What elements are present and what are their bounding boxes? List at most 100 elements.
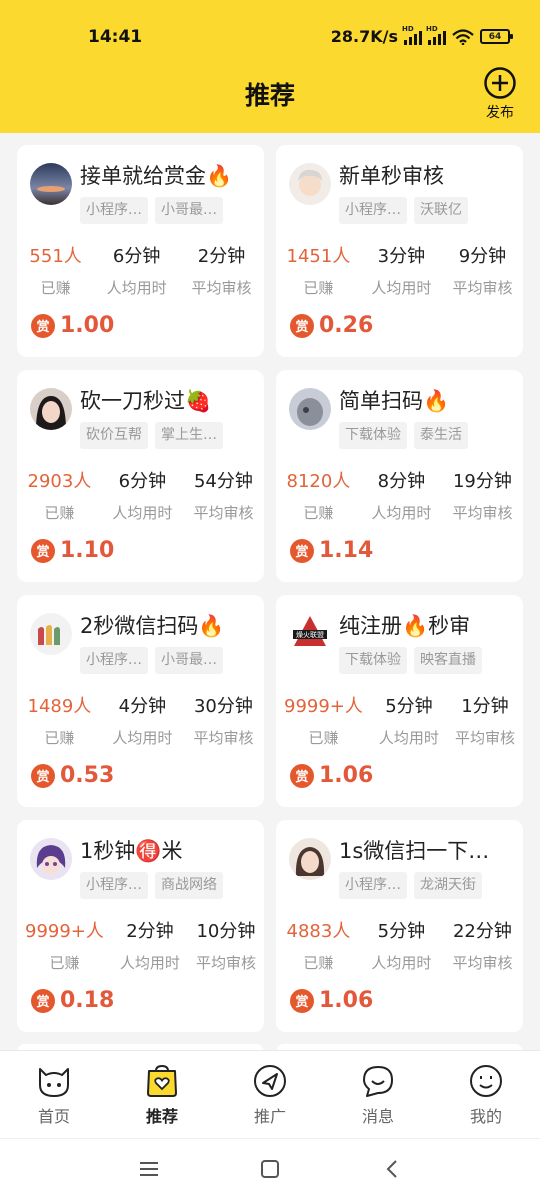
avg-review-label: 平均审核 [191,279,252,297]
tag-list: 小程序… 商战网络 [80,872,223,899]
publisher-tag: 映客直播 [414,647,482,674]
avg-time-label: 人均用时 [119,954,180,972]
stat-earned: 9999+人 已赚 [284,692,363,748]
task-card[interactable]: 新单秒审核 小程序… 沃联亿 1451人 已赚 3分钟 人均用时 9分钟 平均审核赏 0.26 [276,145,523,357]
avatar [30,388,72,430]
reward: 赏 0.18 [31,988,114,1013]
earned-value: 4883人 [286,921,351,942]
avg-review-value: 19分钟 [452,471,512,492]
avg-time-label: 人均用时 [378,729,439,747]
card-title: 纯注册🔥秒审 [339,614,471,638]
category-tag: 下载体验 [339,647,407,674]
reward-amount: 1.00 [60,313,115,338]
stat-avg-review: 19分钟平均审核 [452,467,512,523]
publisher-tag: 小哥最… [155,197,223,224]
task-card[interactable]: 燥火联盟 纯注册🔥秒审 下载体验 映客直播 9999+人 已赚 5分钟 人均用时 1分钟 平均审核… [276,595,523,807]
system-nav-bar [0,1138,540,1200]
home-square-icon[interactable] [259,1159,281,1179]
reward-badge-icon: 赏 [290,988,314,1013]
category-tag: 砍价互帮 [80,422,148,449]
tag-list: 砍价互帮 掌上生… [80,422,223,449]
stats-row: 1489人 已赚 4分钟 人均用时 30分钟 平均审核 [17,692,264,748]
category-tag: 下载体验 [339,422,407,449]
back-chevron-icon[interactable] [382,1159,404,1179]
stats-row: 551人 已赚 6分钟 人均用时 2分钟 平均审核 [17,242,264,298]
avatar [30,163,72,205]
avatar: 燥火联盟 [289,613,331,655]
reward: 赏 1.00 [31,313,114,338]
avg-review-value: 22分钟 [452,921,512,942]
avg-time-value: 6分钟 [112,246,161,267]
avg-review-label: 平均审核 [193,504,254,522]
bottom-tab-bar: 首页 推荐 推广 消息 我的 [0,1050,540,1138]
task-card[interactable]: 简单扫码🔥 下载体验 泰生活 8120人 已赚 8分钟 人均用时 19分钟 平均审核赏 1.14 [276,370,523,582]
top-header: 14:41 28.7K/s HD HD 64 推荐 发布 [0,0,540,133]
tag-list: 小程序… 小哥最… [80,647,223,674]
tab-mine[interactable]: 我的 [432,1051,540,1138]
battery-icon: 64 [480,29,513,44]
task-card[interactable]: 砍一刀秒过🍓 砍价互帮 掌上生… 2903人 已赚 6分钟 人均用时 54分钟 平均审核赏 1.1… [17,370,264,582]
reward-badge-icon: 赏 [31,313,55,338]
stat-avg-review: 1分钟 平均审核 [455,692,515,748]
earned-label: 已赚 [44,729,75,747]
stat-earned: 551人已赚 [29,242,81,298]
menu-icon[interactable] [138,1159,160,1179]
reward: 赏 1.14 [290,538,373,563]
reward-amount: 1.06 [319,988,374,1013]
task-card[interactable]: 接单就给赏金🔥 小程序… 小哥最… 551人 已赚 6分钟 人均用时 2分钟 平均审核赏 1.00 [17,145,264,357]
stat-earned: 8120人 已赚 [287,467,351,523]
earned-label: 已赚 [40,279,71,297]
plus-circle-icon [484,67,516,99]
svg-text:燥火联盟: 燥火联盟 [296,630,324,639]
tab-home[interactable]: 首页 [0,1051,108,1138]
reward: 赏 1.10 [31,538,114,563]
avg-review-label: 平均审核 [193,729,254,747]
avg-review-value: 54分钟 [193,471,253,492]
reward-badge-icon: 赏 [31,763,55,788]
stat-avg-review: 54分钟平均审核 [193,467,253,523]
avg-review-label: 平均审核 [452,954,513,972]
signal-icon: HD [426,25,446,45]
network-speed: 28.7K/s [330,27,398,46]
reward: 赏 1.06 [290,763,373,788]
task-card[interactable]: 1s微信扫一下… 小程序… 龙湖天街 4883人 已赚 5分钟 人均用时 22分钟 平均审核赏 1… [276,820,523,1032]
tab-recommend[interactable]: 推荐 [108,1051,216,1138]
tab-messages[interactable]: 消息 [324,1051,432,1138]
avg-time-label: 人均用时 [112,504,173,522]
avg-review-value: 10分钟 [196,921,256,942]
tab-label: 推广 [253,1107,286,1126]
reward-badge-icon: 赏 [31,988,55,1013]
reward-badge-icon: 赏 [31,538,55,563]
publish-button[interactable]: 发布 [482,66,518,122]
avg-time-label: 人均用时 [371,504,432,522]
chat-bubble-icon [363,1066,393,1097]
reward-amount: 0.26 [319,313,374,338]
stats-row: 9999+人 已赚 2分钟 人均用时 10分钟 平均审核 [17,917,264,973]
reward-amount: 0.53 [60,763,115,788]
stats-row: 4883人 已赚 5分钟 人均用时 22分钟 平均审核 [276,917,523,973]
reward: 赏 0.53 [31,763,114,788]
publisher-tag: 小哥最… [155,647,223,674]
stat-avg-time: 5分钟 人均用时 [379,692,439,748]
avg-review-label: 平均审核 [195,954,256,972]
stat-avg-time: 5分钟 人均用时 [371,917,431,973]
avg-review-value: 30分钟 [193,696,253,717]
reward-amount: 0.18 [60,988,115,1013]
card-title: 1秒钟🉐米 [80,839,183,863]
reward-amount: 1.06 [319,763,374,788]
status-indicators: 28.7K/s HD HD 64 [330,25,513,46]
earned-value: 551人 [29,246,82,267]
category-tag: 小程序… [80,872,148,899]
avatar [30,838,72,880]
avg-review-label: 平均审核 [452,504,513,522]
task-card[interactable]: 2秒微信扫码🔥 小程序… 小哥最… 1489人 已赚 4分钟 人均用时 30分钟 平均审核赏 0.… [17,595,264,807]
stat-avg-time: 6分钟 人均用时 [112,467,172,523]
stat-avg-time: 6分钟 人均用时 [107,242,167,298]
task-card[interactable]: 1秒钟🉐米 小程序… 商战网络 9999+人 已赚 2分钟 人均用时 10分钟 平均审核赏 0.1… [17,820,264,1032]
earned-label: 已赚 [303,279,334,297]
stat-avg-time: 2分钟 人均用时 [120,917,180,973]
card-title: 新单秒审核 [339,164,444,188]
category-tag: 小程序… [80,647,148,674]
tab-promote[interactable]: 推广 [216,1051,324,1138]
earned-value: 2903人 [27,471,92,492]
